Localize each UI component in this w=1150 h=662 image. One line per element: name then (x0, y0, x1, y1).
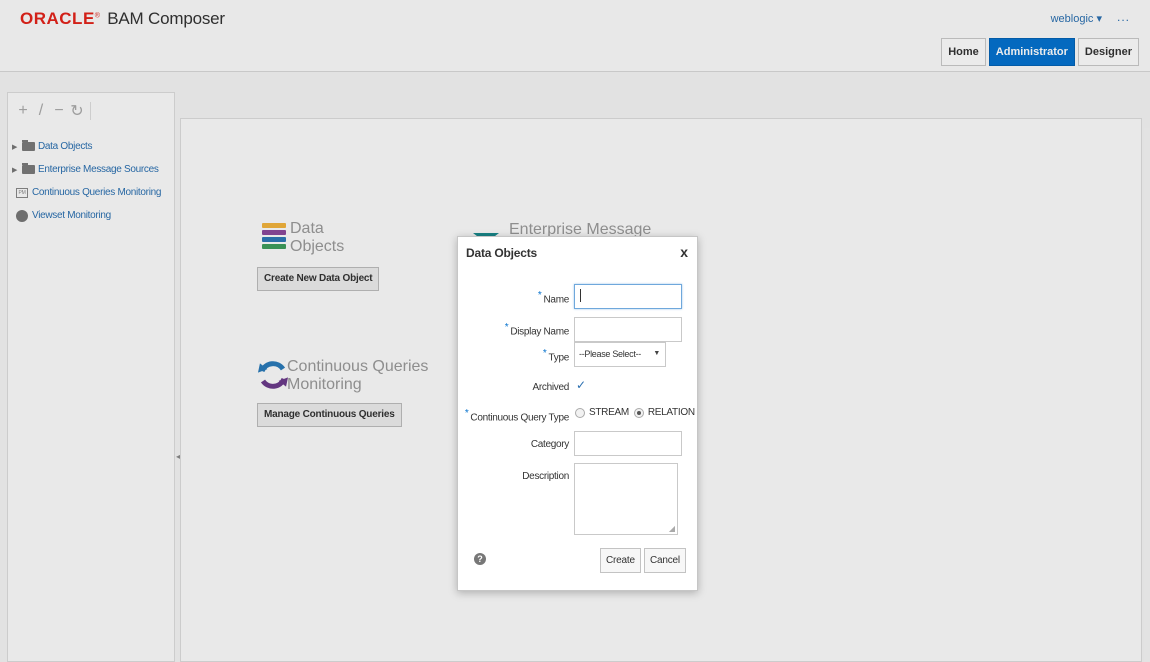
required-marker: * (464, 408, 469, 419)
dialog-title: Data Objects (466, 246, 537, 260)
display-name-label: * Display Name (504, 322, 570, 338)
name-label: * Name (537, 290, 569, 306)
dialog-header: Data Objects x (458, 237, 697, 269)
type-select[interactable]: --Please Select-- ▼ (574, 342, 666, 367)
stream-radio-label[interactable]: STREAM (589, 407, 629, 418)
display-name-input[interactable] (574, 317, 682, 342)
close-icon[interactable]: x (680, 244, 688, 260)
create-button[interactable]: Create (600, 548, 641, 573)
cancel-button[interactable]: Cancel (644, 548, 686, 573)
chevron-down-icon: ▼ (653, 350, 660, 357)
category-input[interactable] (574, 431, 682, 456)
resize-grip-icon[interactable]: ◢ (669, 524, 675, 533)
archived-checkbox[interactable]: ✓ (576, 378, 586, 392)
relation-radio-label[interactable]: RELATION (648, 407, 695, 418)
help-icon[interactable]: ? (474, 553, 486, 565)
continuous-query-type-label: * Continuous Query Type (464, 408, 569, 424)
required-marker: * (504, 322, 509, 333)
archived-label: Archived (532, 382, 569, 393)
name-input[interactable] (574, 284, 682, 309)
continuous-query-type-radio-group: STREAM RELATION (575, 407, 695, 418)
description-textarea[interactable]: ◢ (574, 463, 678, 535)
data-objects-dialog: Data Objects x * Name * Display Name * Type… (457, 236, 698, 591)
type-label: * Type (542, 348, 569, 364)
stream-radio[interactable] (575, 407, 585, 418)
category-label: Category (530, 439, 569, 450)
description-label: Description (522, 471, 569, 482)
relation-radio[interactable] (633, 407, 644, 418)
required-marker: * (542, 348, 547, 359)
text-cursor (580, 289, 581, 302)
required-marker: * (537, 290, 542, 301)
